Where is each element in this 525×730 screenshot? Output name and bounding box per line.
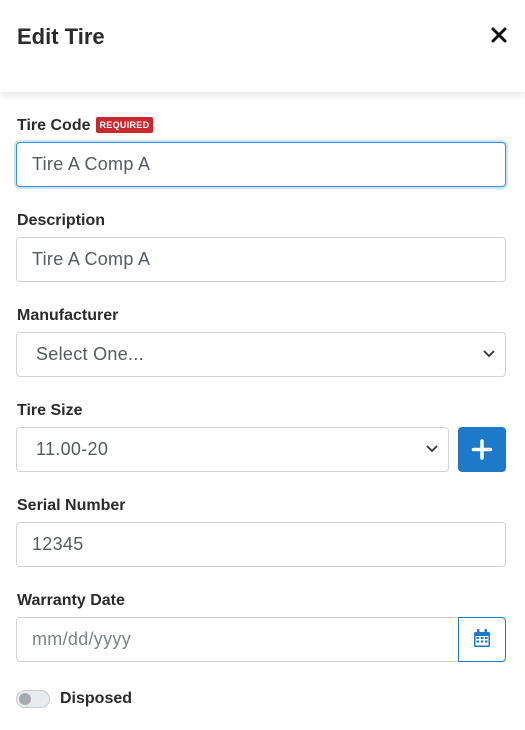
toggle-knob	[19, 693, 31, 705]
warranty-date-label: Warranty Date	[17, 592, 125, 609]
disposed-label: Disposed	[60, 690, 133, 707]
tire-code-label-text: Tire Code	[17, 117, 91, 134]
tire-code-input[interactable]: Tire A Comp A	[16, 142, 506, 187]
manufacturer-select[interactable]: Select One...	[16, 332, 506, 377]
close-icon	[491, 27, 507, 43]
chevron-down-icon	[426, 445, 438, 453]
tire-size-select[interactable]: 11.00-20	[16, 427, 449, 472]
warranty-date-input[interactable]: mm/dd/yyyy	[16, 617, 459, 662]
tire-code-label: Tire Code REQUIRED	[17, 117, 154, 135]
add-tire-size-button[interactable]	[458, 427, 506, 472]
description-input[interactable]: Tire A Comp A	[16, 237, 506, 282]
required-badge: REQUIRED	[95, 117, 154, 133]
dialog-header: Edit Tire	[0, 0, 525, 92]
manufacturer-label: Manufacturer	[17, 307, 119, 324]
plus-icon	[471, 439, 493, 460]
description-label: Description	[17, 212, 106, 229]
disposed-toggle[interactable]	[16, 690, 50, 708]
chevron-down-icon	[483, 350, 495, 358]
calendar-icon	[474, 629, 490, 647]
close-button[interactable]	[490, 26, 508, 44]
tire-size-label: Tire Size	[17, 402, 83, 419]
serial-number-label: Serial Number	[17, 497, 126, 514]
manufacturer-selected-value: Select One...	[36, 344, 144, 364]
tire-size-selected-value: 11.00-20	[36, 439, 109, 459]
dialog-title: Edit Tire	[17, 24, 105, 49]
serial-number-input[interactable]: 12345	[16, 522, 506, 567]
calendar-button[interactable]	[458, 617, 506, 662]
